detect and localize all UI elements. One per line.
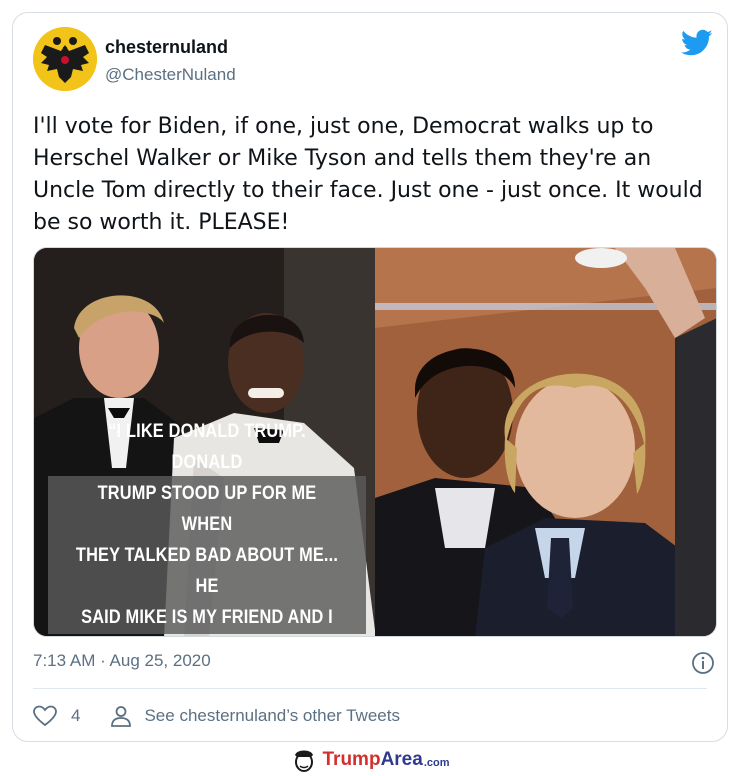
person-icon [111,706,132,727]
tweet-actions: 4 See chesternuland’s other Tweets [33,703,400,729]
media-photo-left: “I LIKE DONALD TRUMP. DONALD TRUMP STOOD… [34,248,375,636]
tweet-media[interactable]: “I LIKE DONALD TRUMP. DONALD TRUMP STOOD… [33,247,717,637]
user-handle[interactable]: @ChesterNuland [105,65,236,85]
footer-brand-area: Area [380,749,423,770]
profile-avatar[interactable] [33,27,97,91]
media-photo-right [375,248,716,636]
twitter-bird-icon[interactable] [681,29,713,57]
heart-icon[interactable] [33,705,57,727]
other-tweets-link[interactable]: See chesternuland’s other Tweets [144,706,399,726]
tweet-text: I'll vote for Biden, if one, just one, D… [33,114,703,235]
divider [33,688,707,689]
photo-right-illustration [375,248,716,636]
info-icon[interactable] [691,651,715,675]
like-count: 4 [71,706,81,725]
tweet-card: chesternuland @ChesterNuland I'll vote f… [12,12,728,742]
trump-face-logo-icon [294,750,313,772]
footer-brand-com: .com [423,757,450,769]
tweet-timestamp[interactable]: 7:13 AM · Aug 25, 2020 [33,651,211,671]
quote-overlay: “I LIKE DONALD TRUMP. DONALD TRUMP STOOD… [48,421,366,634]
quote-text: “I LIKE DONALD TRUMP. DONALD TRUMP STOOD… [75,420,339,628]
footer-brand-trump: Trump [322,749,381,770]
display-name[interactable]: chesternuland [105,37,228,58]
site-footer: Trump Area .com [0,744,740,776]
eagle-crest-icon [33,27,97,91]
